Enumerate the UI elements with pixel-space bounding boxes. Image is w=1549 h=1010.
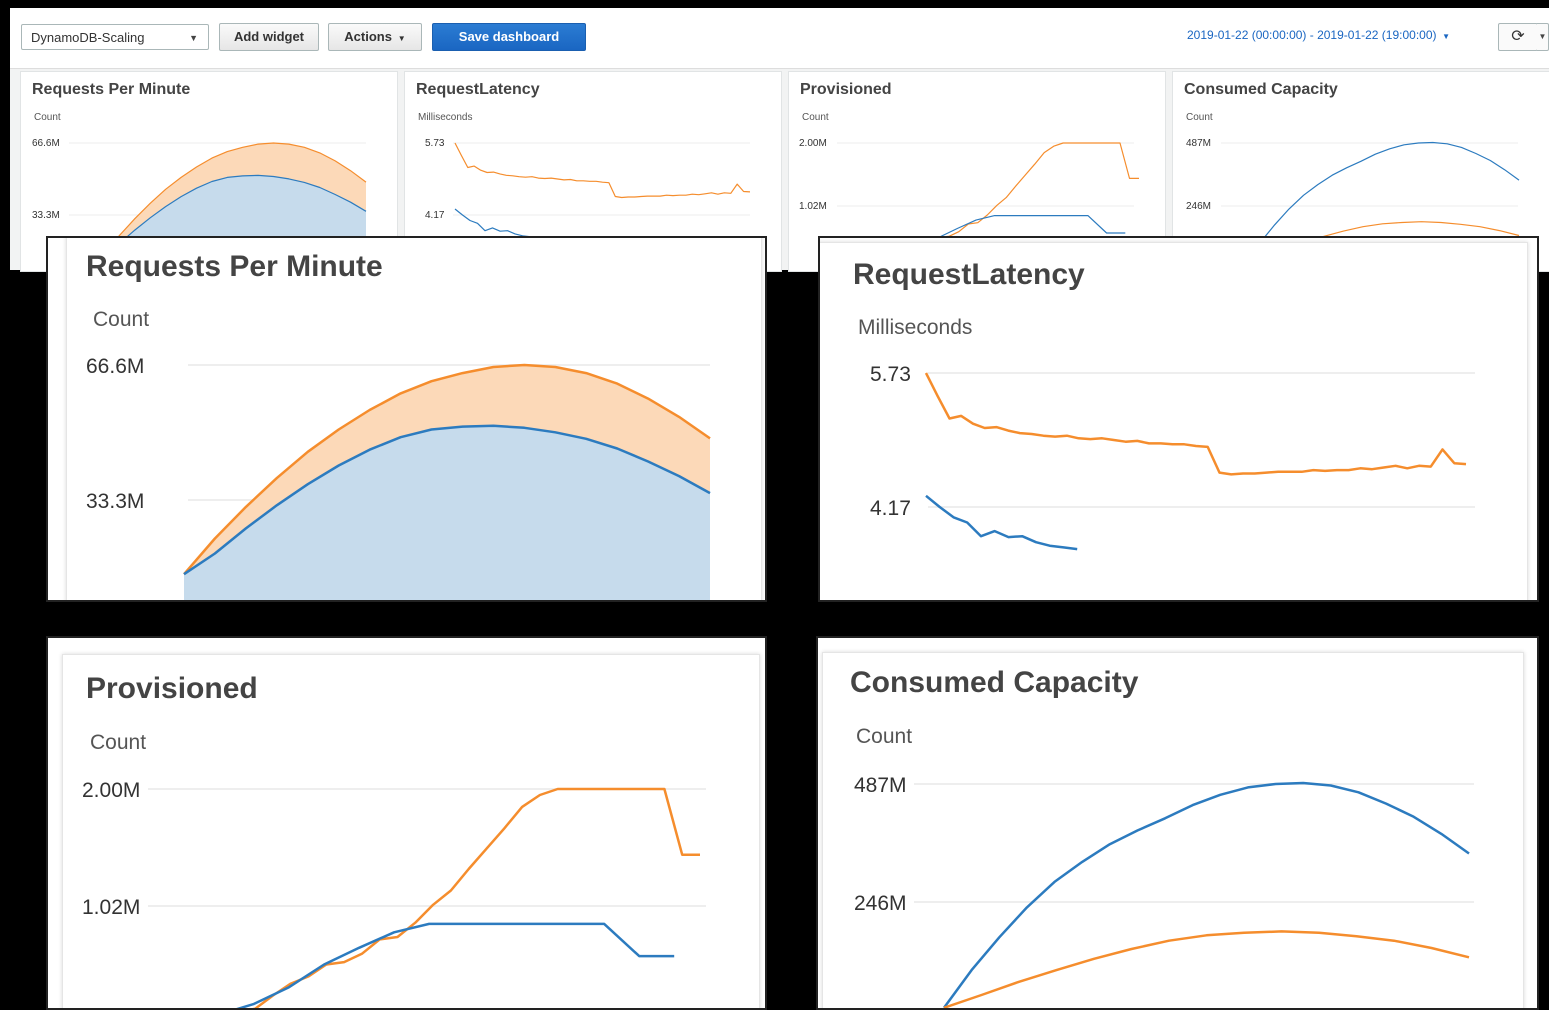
zoom-requests-per-minute: 66.6M 33.3M Requests Per Minute Count: [46, 236, 767, 602]
actions-button[interactable]: Actions ▼: [328, 23, 422, 51]
y-tick-label: 5.73: [870, 363, 911, 386]
y-tick-label: 2.00M: [82, 779, 140, 802]
zoom-provisioned: 2.00M 1.02M Provisioned Count: [46, 636, 767, 1010]
dashboard-overview: DynamoDB-Scaling ▼ Add widget Actions ▼ …: [10, 8, 1549, 272]
refresh-icon: ⟳: [1511, 28, 1525, 45]
chevron-down-icon: ▼: [1538, 32, 1547, 41]
dashboard-select[interactable]: DynamoDB-Scaling ▼: [21, 24, 209, 50]
y-tick-label: 487M: [854, 774, 907, 797]
dashboard-select-label: DynamoDB-Scaling: [31, 30, 145, 45]
y-tick-label: 487M: [1186, 138, 1211, 149]
caret-down-icon: ▼: [395, 34, 406, 43]
save-dashboard-button[interactable]: Save dashboard: [432, 23, 586, 51]
unit-label: Count: [1186, 112, 1213, 123]
widget-title: Requests Per Minute: [86, 250, 383, 283]
unit-label: Count: [93, 308, 150, 331]
y-tick-label: 246M: [1186, 201, 1211, 212]
widget-title: Provisioned: [800, 81, 892, 98]
blue-series-line: [454, 208, 538, 239]
y-tick-label: 33.3M: [86, 490, 144, 513]
y-tick-label: 4.17: [425, 210, 445, 221]
widget-title: Requests Per Minute: [32, 81, 191, 98]
orange-series-line: [252, 787, 700, 1008]
unit-label: Count: [34, 112, 61, 123]
unit-label: Milliseconds: [418, 112, 473, 123]
y-tick-label: 1.02M: [799, 201, 827, 212]
widget-title: Consumed Capacity: [850, 666, 1139, 699]
y-tick-label: 66.6M: [32, 138, 60, 149]
dashboard-toolbar: DynamoDB-Scaling ▼ Add widget Actions ▼ …: [10, 8, 1549, 69]
actions-button-label: Actions: [344, 29, 392, 44]
blue-series-line: [925, 494, 1078, 551]
blue-series-line: [942, 781, 1470, 1008]
unit-label: Count: [802, 112, 829, 123]
y-tick-label: 1.02M: [82, 896, 140, 919]
y-tick-label: 5.73: [425, 138, 445, 149]
time-range-selector[interactable]: 2019-01-22 (00:00:00) - 2019-01-22 (19:0…: [1187, 28, 1450, 42]
y-tick-label: 4.17: [870, 497, 911, 520]
caret-down-icon: ▼: [1439, 32, 1450, 41]
widget-title: RequestLatency: [853, 258, 1085, 291]
widget-title: RequestLatency: [416, 81, 540, 98]
widget-title: Provisioned: [86, 672, 258, 705]
requests-per-minute-chart: 66.6M 33.3M: [86, 355, 711, 600]
zoom-consumed-capacity: 487M 246M Consumed Capacity Count: [816, 636, 1539, 1010]
refresh-options-button[interactable]: ▼: [1537, 23, 1549, 51]
y-tick-label: 2.00M: [799, 138, 827, 149]
y-tick-label: 33.3M: [32, 210, 60, 221]
widget-title: Consumed Capacity: [1184, 81, 1338, 98]
orange-series-line: [924, 372, 1467, 476]
y-tick-label: 66.6M: [86, 355, 144, 378]
time-range-label: 2019-01-22 (00:00:00) - 2019-01-22 (19:0…: [1187, 28, 1437, 42]
orange-series-line: [943, 930, 1470, 1008]
add-widget-button[interactable]: Add widget: [219, 23, 319, 51]
request-latency-chart: 5.73 4.17: [870, 363, 1475, 551]
unit-label: Milliseconds: [858, 316, 973, 339]
chevron-down-icon: ▼: [189, 33, 198, 43]
y-tick-label: 246M: [854, 892, 907, 915]
orange-series-line: [454, 142, 751, 199]
unit-label: Count: [90, 731, 147, 754]
refresh-button[interactable]: ⟳: [1498, 23, 1538, 51]
zoom-request-latency: 5.73 4.17 RequestLatency Milliseconds: [818, 236, 1539, 602]
unit-label: Count: [856, 725, 913, 748]
blue-series-line: [236, 922, 675, 1008]
